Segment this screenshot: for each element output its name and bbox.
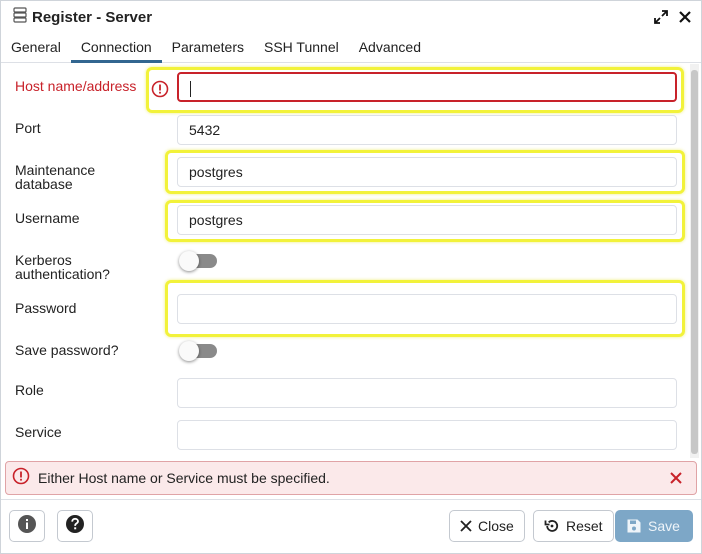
text-caret [190,81,191,98]
service-input[interactable] [177,420,677,450]
help-button[interactable] [57,510,93,542]
close-button-label: Close [478,518,514,534]
reset-icon [544,518,560,534]
maintenance-db-input[interactable]: postgres [177,157,677,187]
error-icon [12,467,30,490]
maintenance-db-label-line1: Maintenance [15,162,96,178]
port-label: Port [15,120,41,136]
maintenance-db-label-line2: database [15,176,73,192]
close-button[interactable]: Close [449,510,525,542]
form-scrollbar[interactable] [690,64,699,458]
register-server-dialog: Register - Server General Connection Par… [0,0,702,554]
error-icon [151,80,169,98]
host-input[interactable] [177,72,677,102]
save-button[interactable]: Save [615,510,693,542]
password-label: Password [15,300,77,316]
username-input[interactable]: postgres [177,205,677,235]
save-icon [626,518,642,534]
close-icon [460,520,472,532]
reset-button[interactable]: Reset [533,510,614,542]
tab-parameters[interactable]: Parameters [162,33,254,63]
toggle-knob [179,341,199,361]
dialog-footer: Close Reset Save [1,499,701,553]
help-icon [65,514,85,539]
close-icon[interactable] [675,7,695,27]
scrollbar-thumb[interactable] [691,70,698,454]
reset-button-label: Reset [566,518,603,534]
port-input[interactable]: 5432 [177,115,677,145]
error-message-text: Either Host name or Service must be spec… [38,470,330,486]
toggle-knob [179,251,199,271]
kerberos-toggle[interactable] [179,251,217,271]
kerberos-label-line2: authentication? [15,266,110,282]
connection-form: Host name/address Port 5432 Maintenance … [1,64,689,458]
save-password-label: Save password? [15,342,119,358]
dialog-title: Register - Server [32,8,153,26]
maintenance-db-label: Maintenance database [15,163,95,191]
password-input[interactable] [177,294,677,324]
tab-general[interactable]: General [1,33,71,63]
dialog-titlebar[interactable]: Register - Server [1,1,701,33]
save-button-label: Save [648,518,680,534]
kerberos-label: Kerberos authentication? [15,253,110,281]
tab-advanced[interactable]: Advanced [349,33,431,63]
server-icon [13,6,27,28]
host-label: Host name/address [15,78,137,94]
tab-connection[interactable]: Connection [70,33,162,63]
save-password-toggle[interactable] [179,341,217,361]
role-input[interactable] [177,378,677,408]
tab-ssh-tunnel[interactable]: SSH Tunnel [254,33,349,63]
info-button[interactable] [9,510,45,542]
dismiss-error-icon[interactable] [666,468,686,488]
info-icon [17,514,37,539]
maximize-icon[interactable] [651,7,671,27]
username-label: Username [15,210,80,226]
kerberos-label-line1: Kerberos [15,252,72,268]
service-label: Service [15,424,62,440]
error-message-bar: Either Host name or Service must be spec… [5,461,697,495]
tab-bar: General Connection Parameters SSH Tunnel… [1,33,701,63]
role-label: Role [15,382,44,398]
